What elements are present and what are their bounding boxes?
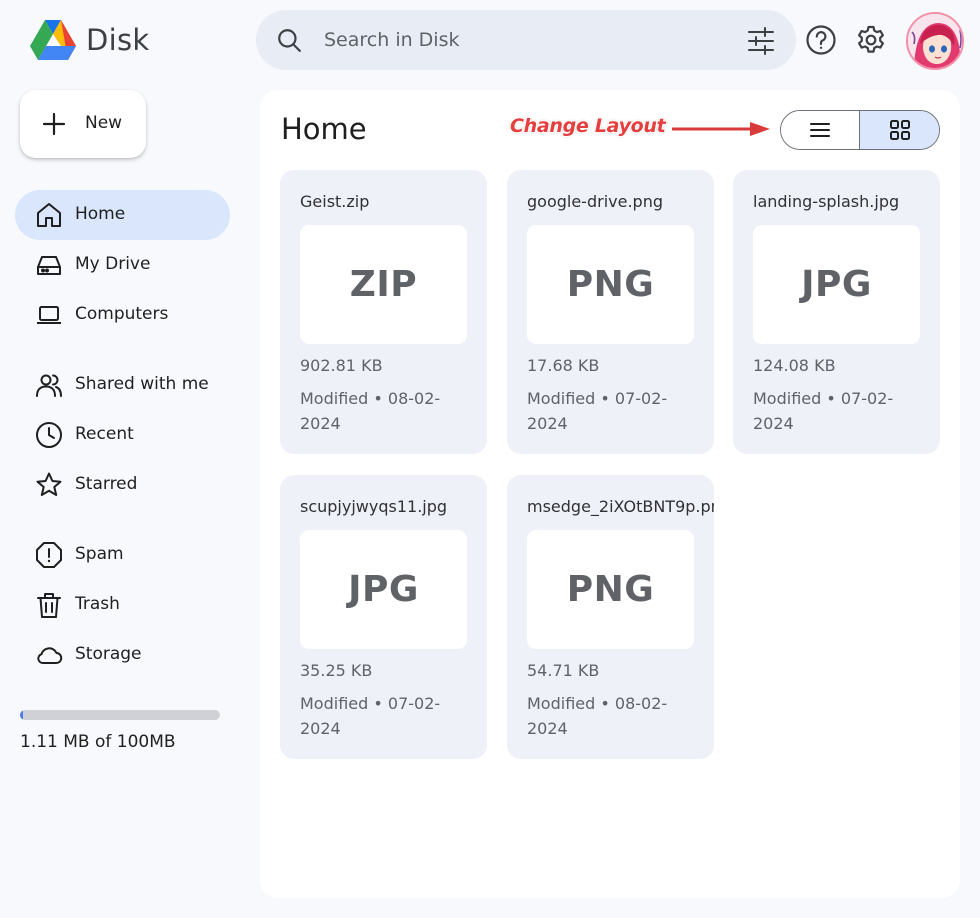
sidebar-item-starred[interactable]: Starred: [15, 460, 230, 510]
sidebar-item-label: My Drive: [75, 254, 151, 274]
file-name: landing-splash.jpg: [753, 192, 900, 211]
list-view-button[interactable]: [781, 111, 860, 149]
file-card[interactable]: landing-splash.jpg JPG 124.08 KB Modifie…: [733, 170, 940, 454]
sidebar-item-shared-with-me[interactable]: Shared with me: [15, 360, 230, 410]
file-card[interactable]: Geist.zip ZIP 902.81 KB Modified • 08-02…: [280, 170, 487, 454]
file-name: google-drive.png: [527, 192, 663, 211]
drive-icon: [37, 256, 61, 275]
file-size: 54.71 KB: [527, 661, 600, 680]
trash-icon: [37, 593, 61, 618]
file-modified: Modified • 07-02-2024: [300, 694, 441, 738]
file-type-label: ZIP: [349, 264, 418, 305]
file-card[interactable]: google-drive.png PNG 17.68 KB Modified •…: [507, 170, 714, 454]
file-card[interactable]: msedge_2iXOtBNT9p.png PNG 54.71 KB Modif…: [507, 475, 714, 759]
star-icon: [36, 472, 62, 496]
sidebar-item-my-drive[interactable]: My Drive: [15, 240, 230, 290]
sidebar-item-spam[interactable]: Spam: [15, 530, 230, 580]
storage-usage-bar: [20, 710, 220, 720]
help-icon[interactable]: [805, 24, 837, 56]
file-size: 35.25 KB: [300, 661, 373, 680]
file-type-label: PNG: [566, 569, 655, 610]
search-bar[interactable]: [256, 10, 796, 70]
file-type-label: PNG: [566, 264, 655, 305]
sidebar-item-home[interactable]: Home: [15, 190, 230, 240]
sidebar-item-label: Recent: [75, 424, 134, 444]
plus-icon: [42, 112, 66, 136]
sidebar-item-recent[interactable]: Recent: [15, 410, 230, 460]
sidebar-item-label: Spam: [75, 544, 124, 564]
sidebar-item-computers[interactable]: Computers: [15, 290, 230, 340]
spam-icon: [36, 542, 62, 568]
file-thumbnail: PNG: [527, 530, 694, 649]
file-card[interactable]: scupjyjwyqs11.jpg JPG 35.25 KB Modified …: [280, 475, 487, 759]
file-type-label: JPG: [801, 264, 872, 305]
grid-view-button[interactable]: [860, 111, 939, 149]
file-modified: Modified • 07-02-2024: [753, 389, 894, 433]
cloud-icon: [37, 647, 63, 664]
main-content-panel: Home Change Layout Geist.zip ZIP 902.81 …: [260, 90, 960, 898]
arrow-right-icon: [672, 122, 770, 136]
home-icon: [37, 203, 61, 227]
sidebar-item-label: Starred: [75, 474, 138, 494]
page-title: Home: [281, 112, 367, 146]
user-avatar[interactable]: [906, 12, 964, 70]
people-icon: [36, 374, 62, 397]
app-logo[interactable]: Disk: [30, 18, 150, 62]
sidebar-item-label: Computers: [75, 304, 169, 324]
file-modified: Modified • 07-02-2024: [527, 389, 668, 433]
file-modified: Modified • 08-02-2024: [300, 389, 441, 433]
file-name: scupjyjwyqs11.jpg: [300, 497, 448, 516]
file-modified: Modified • 08-02-2024: [527, 694, 668, 738]
list-view-icon: [810, 123, 830, 137]
file-size: 17.68 KB: [527, 356, 600, 375]
change-layout-annotation: Change Layout: [510, 115, 666, 137]
sidebar-item-label: Shared with me: [75, 374, 209, 394]
filter-options-icon[interactable]: [746, 26, 776, 56]
sidebar-item-storage[interactable]: Storage: [15, 630, 230, 680]
storage-usage-fill: [20, 710, 23, 720]
sidebar-item-label: Storage: [75, 644, 142, 664]
sidebar-item-label: Trash: [75, 594, 120, 614]
app-name: Disk: [86, 23, 150, 57]
disk-logo-icon: [30, 20, 76, 60]
file-thumbnail: ZIP: [300, 225, 467, 344]
file-thumbnail: JPG: [300, 530, 467, 649]
settings-gear-icon[interactable]: [855, 24, 887, 56]
avatar-illustration: [908, 14, 962, 68]
file-name: Geist.zip: [300, 192, 370, 211]
file-thumbnail: JPG: [753, 225, 920, 344]
sidebar-item-label: Home: [75, 204, 126, 224]
new-button[interactable]: New: [20, 90, 146, 158]
laptop-icon: [37, 306, 61, 324]
file-size: 124.08 KB: [753, 356, 836, 375]
file-thumbnail: PNG: [527, 225, 694, 344]
file-name: msedge_2iXOtBNT9p.png: [527, 497, 714, 516]
grid-view-icon: [889, 120, 910, 140]
new-button-label: New: [85, 113, 123, 133]
sidebar-item-trash[interactable]: Trash: [15, 580, 230, 630]
clock-icon: [36, 422, 62, 448]
file-type-label: JPG: [348, 569, 419, 610]
file-size: 902.81 KB: [300, 356, 383, 375]
search-input[interactable]: [324, 22, 714, 58]
search-icon[interactable]: [276, 27, 302, 53]
storage-usage-text: 1.11 MB of 100MB: [20, 732, 176, 752]
layout-toggle: [780, 110, 940, 150]
